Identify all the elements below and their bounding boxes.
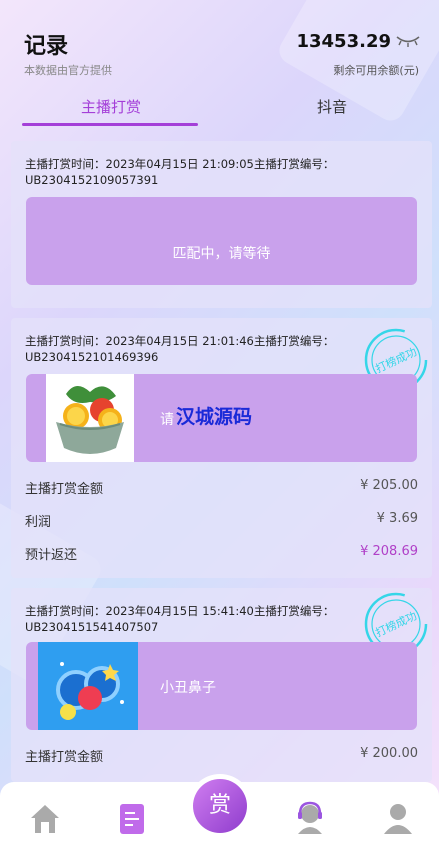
watermark-text: 汉城源码 (176, 406, 253, 428)
active-tab-underline (22, 123, 198, 126)
record-id: UB2304152101469396 (25, 350, 159, 364)
return-value: ¥ 208.69 (360, 544, 418, 559)
balance-label: 剩余可用余额(元) (333, 64, 419, 77)
svg-text:打榜成功: 打榜成功 (373, 608, 419, 639)
tab-bar: 主播打赏 抖音 (0, 92, 439, 126)
matching-status: 匹配中，请等待 (172, 246, 271, 262)
record-id: UB2304152109057391 (25, 173, 159, 187)
eye-closed-icon[interactable] (395, 34, 421, 48)
record-card[interactable]: 主播打赏时间：2023年04月15日 21:09:05主播打赏编号： UB230… (11, 141, 432, 308)
amount-row: 主播打赏金额 ¥ 200.00 (25, 746, 418, 766)
record-id: UB2304151541407507 (25, 620, 159, 634)
support-icon[interactable] (292, 800, 328, 836)
amount-value: ¥ 200.00 (360, 746, 418, 761)
records-icon[interactable] (114, 800, 150, 836)
profit-row: 利润 ¥ 3.69 (25, 511, 418, 531)
return-label: 预计返还 (25, 548, 78, 563)
record-time: 主播打赏时间：2023年04月15日 21:09:05主播打赏编号： (25, 157, 335, 171)
clown-nose-image (38, 642, 138, 730)
page-title: 记录 (24, 34, 69, 59)
record-card[interactable]: 主播打赏时间：2023年04月15日 15:41:40主播打赏编号： UB230… (11, 588, 432, 782)
svg-text:打榜成功: 打榜成功 (373, 344, 419, 375)
header: 记录 本数据由官方提供 13453.29 剩余可用余额(元) (0, 0, 439, 100)
page-subtitle: 本数据由官方提供 (24, 64, 112, 77)
record-time: 主播打赏时间：2023年04月15日 21:01:46主播打赏编号： (25, 334, 335, 348)
tab-anchor-reward[interactable]: 主播打赏 (81, 96, 141, 117)
amount-label: 主播打赏金额 (25, 482, 104, 497)
profile-icon[interactable] (380, 800, 416, 836)
amount-row: 主播打赏金额 ¥ 205.00 (25, 478, 418, 498)
balance-value: 13453.29 (296, 31, 391, 52)
record-card[interactable]: 主播打赏时间：2023年04月15日 21:01:46主播打赏编号： UB230… (11, 318, 432, 578)
product-name: 请 (160, 412, 174, 428)
return-row: 预计返还 ¥ 208.69 (25, 544, 418, 564)
record-meta: 主播打赏时间：2023年04月15日 15:41:40主播打赏编号： UB230… (25, 603, 334, 635)
profit-value: ¥ 3.69 (376, 511, 418, 526)
reward-center-icon: 赏 (193, 779, 247, 833)
status-box: 匹配中，请等待 (26, 197, 417, 285)
reward-center-button[interactable]: 赏 (188, 774, 252, 838)
profit-label: 利润 (25, 515, 52, 530)
product-name: 小丑鼻子 (160, 680, 216, 696)
amount-label: 主播打赏金额 (25, 750, 104, 765)
tab-douyin[interactable]: 抖音 (317, 96, 347, 117)
record-time: 主播打赏时间：2023年04月15日 15:41:40主播打赏编号： (25, 604, 335, 618)
record-meta: 主播打赏时间：2023年04月15日 21:09:05主播打赏编号： UB230… (25, 156, 334, 188)
amount-value: ¥ 205.00 (360, 478, 418, 493)
record-meta: 主播打赏时间：2023年04月15日 21:01:46主播打赏编号： UB230… (25, 333, 334, 365)
product-box: 请 汉城源码 (26, 374, 417, 462)
product-box: 小丑鼻子 (26, 642, 417, 730)
fruit-bowl-image (46, 374, 134, 462)
home-icon[interactable] (27, 800, 63, 836)
